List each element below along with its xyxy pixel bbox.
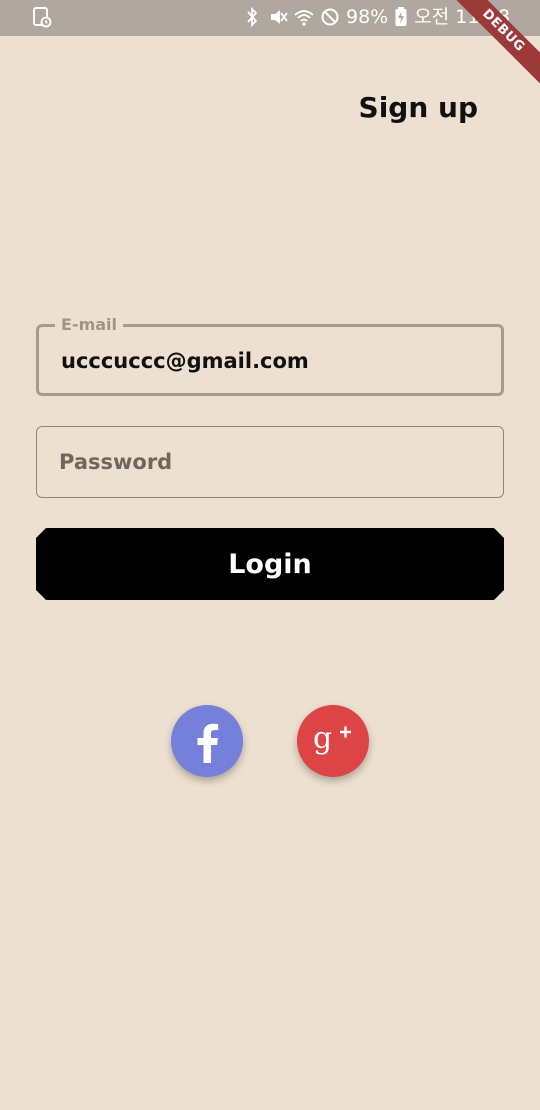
bluetooth-icon xyxy=(242,6,262,28)
google-plus-icon: g xyxy=(311,721,355,761)
facebook-icon xyxy=(192,719,222,763)
email-input[interactable] xyxy=(61,328,481,394)
signup-link[interactable]: Sign up xyxy=(359,90,478,126)
status-bar: 98% 오전 11:48 xyxy=(0,0,540,36)
status-time: 오전 11:48 xyxy=(414,6,510,28)
email-field[interactable]: E-mail xyxy=(36,315,504,396)
google-plus-login-button[interactable]: g xyxy=(297,705,369,777)
status-icons: 98% 오전 11:48 xyxy=(242,5,510,29)
svg-text:g: g xyxy=(313,721,332,756)
battery-percent: 98% xyxy=(346,6,389,28)
wifi-icon xyxy=(294,6,314,28)
do-not-disturb-icon xyxy=(320,6,340,28)
battery-charging-icon xyxy=(394,6,408,28)
notification-icon xyxy=(32,6,52,28)
mute-icon xyxy=(268,6,288,28)
password-input[interactable] xyxy=(59,427,479,497)
login-button[interactable]: Login xyxy=(36,528,504,600)
password-field[interactable] xyxy=(36,426,504,498)
facebook-login-button[interactable] xyxy=(171,705,243,777)
